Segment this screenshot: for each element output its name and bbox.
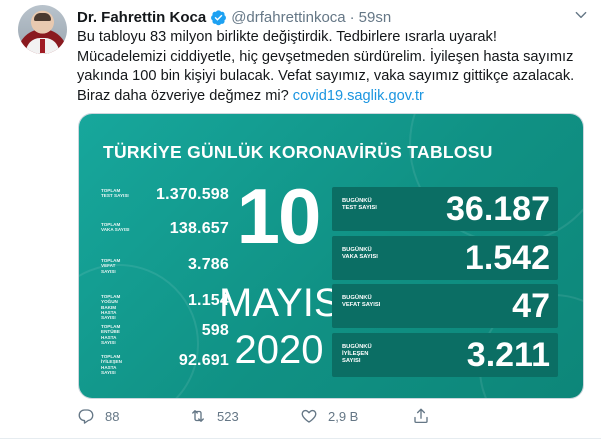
share-icon: [414, 408, 428, 424]
total-label: TOPLAM TEST SAYISI: [101, 188, 129, 199]
tweet-time[interactable]: 59sn: [359, 9, 392, 26]
total-row: TOPLAM İYİLEŞEN HASTA SAYISI 92.691: [79, 350, 229, 380]
daily-value: 3.211: [466, 336, 550, 374]
separator-dot: ·: [349, 8, 355, 26]
tweet-line: Biraz daha özveriye değmez mi? covid19.s…: [77, 87, 582, 107]
total-label: TOPLAM ENTÜBE HASTA SAYISI: [101, 324, 121, 345]
daily-value: 47: [512, 287, 550, 325]
daily-stat-box: BUGÜNKÜ İYİLEŞEN SAYISI 3.211: [332, 333, 558, 377]
daily-stat-box: BUGÜNKÜ VAKA SAYISI 1.542: [332, 236, 558, 280]
tweet[interactable]: Dr. Fahrettin Koca @drfahrettinkoca · 59…: [0, 0, 601, 439]
verified-badge-icon: [211, 9, 227, 25]
reply-count: 88: [105, 408, 120, 424]
date-day: 10: [236, 172, 322, 260]
retweet-icon: [192, 410, 204, 422]
daily-label: BUGÜNKÜ İYİLEŞEN SAYISI: [342, 344, 372, 364]
total-row: TOPLAM VEFAT SAYISI 3.786: [79, 254, 229, 284]
tweet-line: Mücadelemizi ciddiyetle, hiç gevşetmeden…: [77, 48, 574, 65]
like-count: 2,9 B: [328, 408, 359, 424]
total-label: TOPLAM YOĞUN BAKIM HASTA SAYISI: [101, 294, 121, 321]
daily-value: 1.542: [464, 239, 550, 277]
tweet-line-text: Biraz daha özveriye değmez mi?: [77, 87, 293, 104]
retweet-count: 523: [217, 408, 239, 424]
total-value: 138.657: [169, 220, 229, 237]
total-row: TOPLAM VAKA SAYISI 138.657: [79, 218, 229, 248]
total-row: TOPLAM YOĞUN BAKIM HASTA SAYISI 1.154: [79, 290, 229, 320]
tweet-line: Bu tabloyu 83 milyon birlikte değiştirdi…: [77, 29, 497, 45]
like-icon: [301, 409, 317, 423]
date-year: 2020: [234, 328, 324, 372]
total-label: TOPLAM VEFAT SAYISI: [101, 258, 121, 274]
share-button[interactable]: [412, 405, 440, 427]
total-label: TOPLAM VAKA SAYISI: [101, 222, 130, 233]
date-month: MAYIS: [219, 281, 341, 325]
total-row: TOPLAM ENTÜBE HASTA SAYISI 598: [79, 320, 229, 350]
like-button[interactable]: 2,9 B: [300, 405, 358, 427]
total-row: TOPLAM TEST SAYISI 1.370.598: [79, 184, 229, 214]
author-name[interactable]: Dr. Fahrettin Koca: [77, 9, 206, 26]
author-handle[interactable]: @drfahrettinkoca: [231, 9, 345, 26]
reply-icon: [78, 409, 94, 424]
avatar-tie: [40, 39, 45, 53]
daily-label: BUGÜNKÜ VEFAT SAYISI: [342, 295, 381, 308]
daily-stat-box: BUGÜNKÜ VEFAT SAYISI 47: [332, 284, 558, 328]
total-label: TOPLAM İYİLEŞEN HASTA SAYISI: [101, 354, 122, 375]
retweet-button[interactable]: 523: [189, 405, 239, 427]
reply-button[interactable]: 88: [77, 405, 119, 427]
image-card[interactable]: TÜRKİYE GÜNLÜK KORONAVİRÜS TABLOSU TOPLA…: [78, 113, 584, 399]
daily-label: BUGÜNKÜ TEST SAYISI: [342, 198, 377, 211]
daily-stat-box: BUGÜNKÜ TEST SAYISI 36.187: [332, 187, 558, 231]
total-value: 3.786: [187, 256, 229, 273]
avatar-hair: [34, 13, 51, 21]
avatar[interactable]: [18, 5, 67, 54]
tweet-line: yakında 100 bin kişiyi bulacak. Vefat sa…: [77, 68, 575, 84]
tweet-header: Dr. Fahrettin Koca @drfahrettinkoca · 59…: [77, 7, 391, 27]
card-title: TÜRKİYE GÜNLÜK KORONAVİRÜS TABLOSU: [103, 142, 493, 162]
tweet-actions: 88 523 2,9 B: [77, 405, 597, 427]
daily-label: BUGÜNKÜ VAKA SAYISI: [342, 247, 378, 260]
tweet-link[interactable]: covid19.saglik.gov.tr: [293, 88, 424, 104]
chevron-down-icon[interactable]: [574, 8, 588, 22]
total-value: 1.370.598: [156, 186, 229, 203]
daily-value: 36.187: [446, 190, 550, 228]
tweet-text: Bu tabloyu 83 milyon birlikte değiştirdi…: [77, 28, 582, 106]
